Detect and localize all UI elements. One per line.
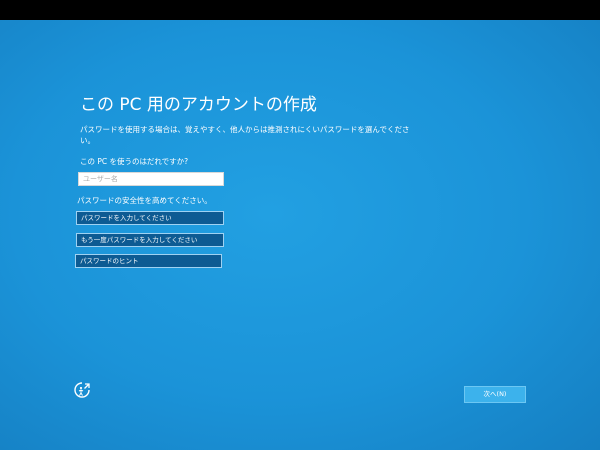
page-title: この PC 用のアカウントの作成 — [80, 95, 317, 115]
page-description: パスワードを使用する場合は、覚えやすく、他人からは推測されにくいパスワードを選ん… — [80, 125, 410, 145]
username-input[interactable] — [78, 172, 224, 186]
user-question-label: この PC を使うのはだれですか? — [80, 157, 189, 166]
password-heading: パスワードの安全性を高めてください。 — [77, 196, 212, 205]
password-confirm-input[interactable] — [76, 233, 224, 247]
oobe-screen: この PC 用のアカウントの作成 パスワードを使用する場合は、覚えやすく、他人か… — [0, 20, 600, 450]
password-hint-input[interactable] — [75, 254, 222, 268]
ease-of-access-icon[interactable] — [72, 380, 92, 400]
next-button[interactable]: 次へ(N) — [464, 386, 526, 403]
password-input[interactable] — [76, 211, 224, 225]
